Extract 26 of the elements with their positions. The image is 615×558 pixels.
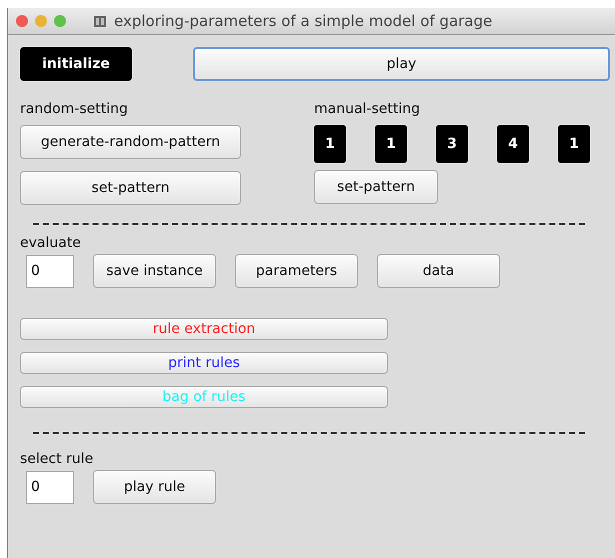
pattern-button[interactable]: set-pattern bbox=[20, 171, 241, 205]
play-button[interactable]: play bbox=[193, 47, 610, 81]
window-title: exploring-parameters of a simple model of garage bbox=[114, 12, 492, 30]
action-button[interactable]: save instance bbox=[93, 254, 216, 288]
play-rule-button[interactable]: play rule bbox=[93, 470, 216, 504]
value-box[interactable]: 1 bbox=[375, 125, 407, 163]
section-label: select rule bbox=[20, 451, 94, 467]
minimize-button[interactable] bbox=[35, 15, 47, 27]
section-label: evaluate bbox=[20, 235, 82, 251]
section-label: random-setting bbox=[20, 101, 129, 117]
number-field[interactable]: 0 bbox=[26, 254, 74, 288]
initialize-button[interactable]: initialize bbox=[20, 47, 132, 81]
value-box[interactable]: 3 bbox=[436, 125, 468, 163]
value-box[interactable]: 1 bbox=[314, 125, 346, 163]
close-button[interactable] bbox=[16, 15, 28, 27]
rule-button[interactable]: print rules bbox=[20, 352, 388, 374]
value-box[interactable]: 1 bbox=[558, 125, 590, 163]
pattern-button[interactable]: set-pattern bbox=[314, 170, 438, 204]
pattern-button[interactable]: generate-random-pattern bbox=[20, 125, 241, 159]
value-box[interactable]: 4 bbox=[497, 125, 529, 163]
zoom-button[interactable] bbox=[54, 15, 66, 27]
section-label: manual-setting bbox=[314, 101, 422, 117]
number-field[interactable]: 0 bbox=[26, 470, 74, 504]
action-button[interactable]: data bbox=[377, 254, 500, 288]
action-button[interactable]: parameters bbox=[235, 254, 358, 288]
box-icon bbox=[93, 14, 107, 28]
